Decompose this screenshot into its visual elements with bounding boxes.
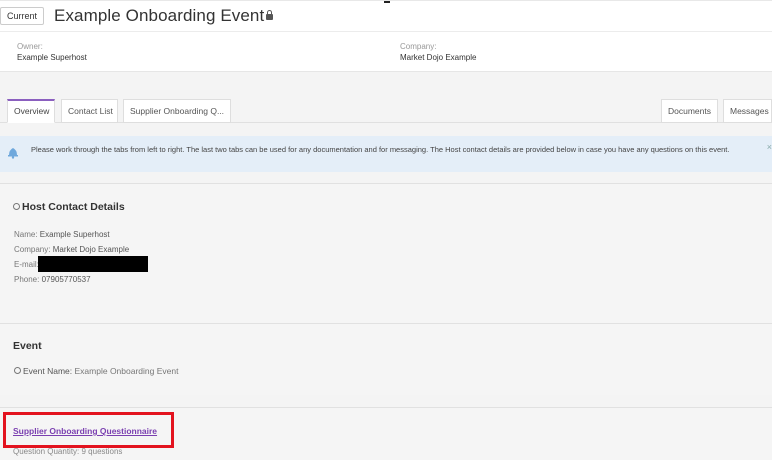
host-name-value: Example Superhost [39, 230, 110, 239]
owner-value: Example Superhost [17, 53, 87, 62]
redacted-email [38, 256, 148, 272]
host-phone-line: Phone: 07905770537 [14, 275, 91, 284]
company-value: Market Dojo Example [400, 53, 477, 62]
company-label: Company: [400, 42, 437, 51]
event-name-value: Example Onboarding Event [74, 366, 179, 376]
alert-message: Please work through the tabs from left t… [31, 145, 730, 154]
owner-label: Owner: [17, 42, 43, 51]
event-name-label: Event Name: [23, 366, 73, 376]
host-phone-value: 07905770537 [41, 275, 91, 284]
host-email-label: E-mail: [14, 260, 39, 269]
event-heading: Event [13, 340, 42, 352]
host-company-line: Company: Market Dojo Example [14, 245, 129, 254]
host-company-value: Market Dojo Example [52, 245, 130, 254]
host-contact-heading: Host Contact Details [13, 201, 125, 213]
tab-overview[interactable]: Overview [7, 99, 55, 123]
lock-icon [266, 10, 274, 20]
page-title-text: Example Onboarding Event [54, 6, 265, 25]
event-info-panel: Owner: Example Superhost Company: Market… [0, 32, 772, 72]
question-quantity-value: 9 questions [81, 447, 123, 456]
top-bar: Current Example Onboarding Event [0, 0, 772, 32]
tab-supplier-onboarding[interactable]: Supplier Onboarding Q... [123, 99, 231, 123]
cursor-marker [384, 1, 390, 3]
bell-icon [8, 148, 18, 159]
close-icon[interactable]: × [767, 142, 772, 152]
event-section [0, 323, 772, 395]
question-quantity: Question Quantity: 9 questions [13, 447, 122, 456]
host-company-label: Company: [14, 245, 51, 254]
tab-contact-list[interactable]: Contact List [61, 99, 118, 123]
question-quantity-label: Question Quantity: [13, 447, 80, 456]
tab-documents[interactable]: Documents [661, 99, 718, 123]
status-badge: Current [0, 7, 45, 25]
info-alert: Please work through the tabs from left t… [0, 136, 772, 172]
event-name-line: Event Name: Example Onboarding Event [14, 366, 178, 376]
info-circle-icon [14, 367, 21, 374]
host-phone-label: Phone: [14, 275, 40, 284]
tab-messages[interactable]: Messages [723, 99, 772, 123]
host-contact-heading-text: Host Contact Details [22, 201, 125, 213]
host-name-label: Name: [14, 230, 38, 239]
host-email-line: E-mail: [14, 260, 39, 269]
host-name-line: Name: Example Superhost [14, 230, 110, 239]
page-title: Example Onboarding Event [54, 6, 274, 26]
highlight-box [3, 412, 174, 448]
info-circle-icon [13, 203, 20, 210]
